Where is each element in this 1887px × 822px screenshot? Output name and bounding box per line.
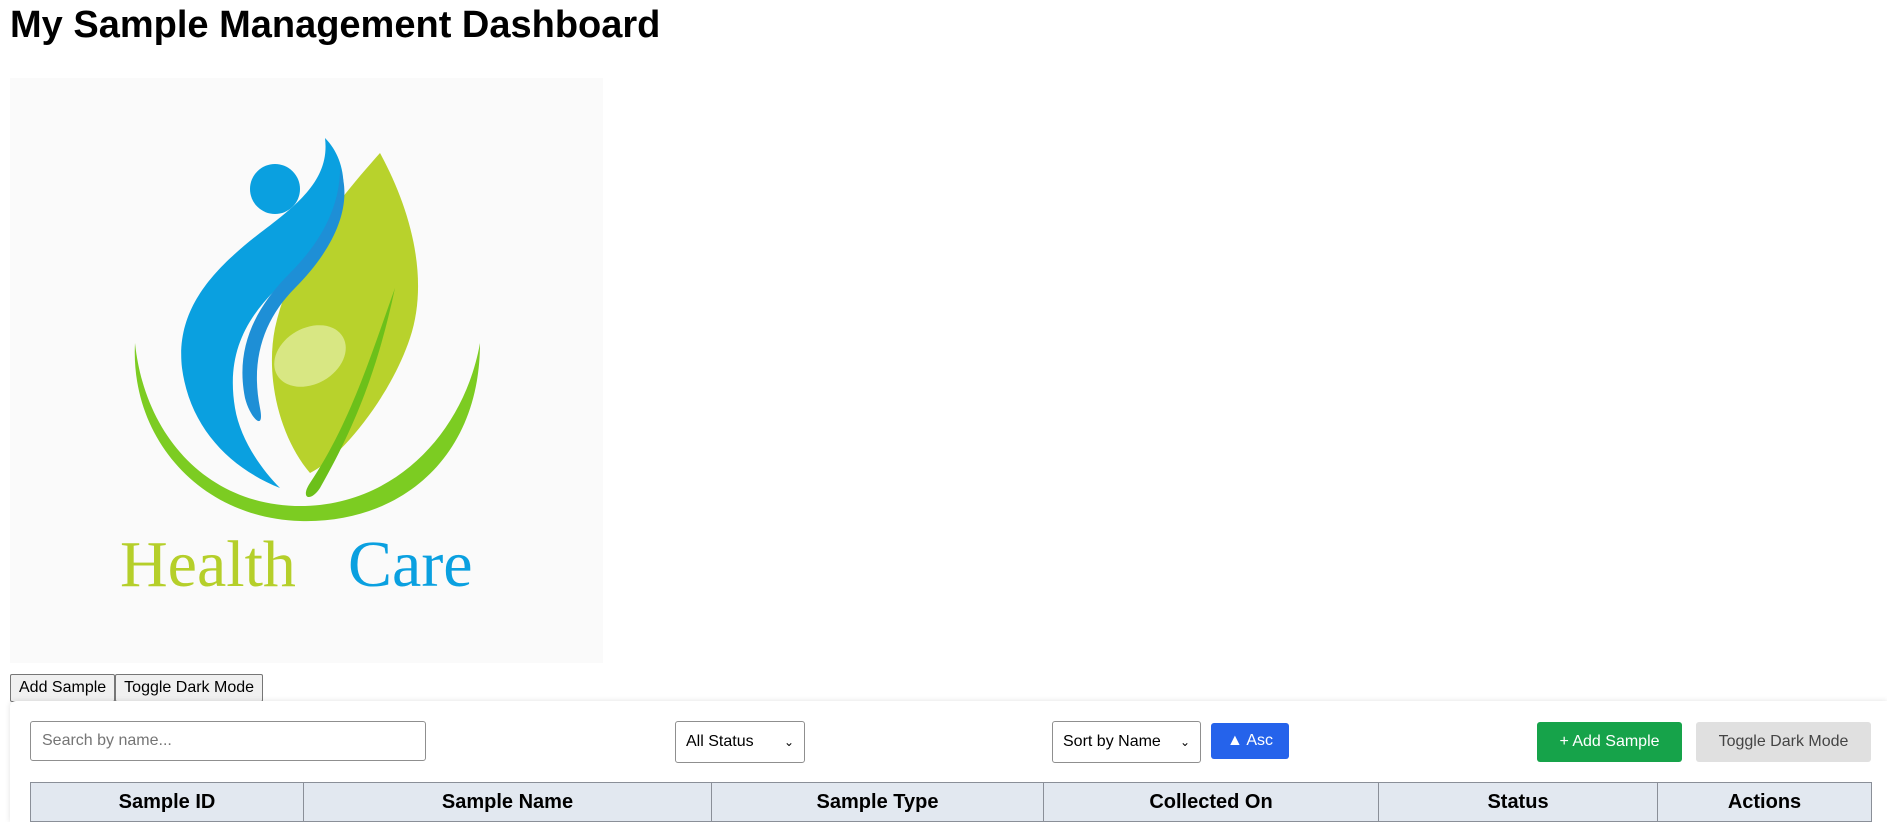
sort-select-value: Sort by Name (1063, 733, 1161, 750)
health-care-logo: Health Care (10, 78, 603, 663)
sort-select[interactable]: Sort by Name ⌄ (1052, 721, 1201, 763)
sample-panel: All Status ⌄ Sort by Name ⌄ ▲ Asc + Add … (10, 701, 1887, 822)
logo-text-health: Health (120, 528, 296, 601)
samples-table: Sample ID Sample Name Sample Type Collec… (30, 782, 1872, 822)
add-sample-button[interactable]: + Add Sample (1537, 722, 1682, 762)
status-filter-value: All Status (686, 733, 754, 750)
page-title: My Sample Management Dashboard (10, 4, 661, 46)
column-header-sample-id[interactable]: Sample ID (30, 782, 304, 822)
column-header-actions: Actions (1657, 782, 1872, 822)
toggle-dark-mode-plain-button[interactable]: Toggle Dark Mode (115, 674, 264, 702)
search-input[interactable] (30, 721, 426, 761)
chevron-down-icon: ⌄ (783, 735, 794, 749)
chevron-down-icon: ⌄ (1179, 735, 1190, 749)
status-filter-select[interactable]: All Status ⌄ (675, 721, 805, 763)
column-header-sample-name[interactable]: Sample Name (303, 782, 712, 822)
logo-text-care: Care (348, 528, 473, 601)
column-header-status[interactable]: Status (1378, 782, 1658, 822)
column-header-sample-type[interactable]: Sample Type (711, 782, 1044, 822)
add-sample-plain-button[interactable]: Add Sample (10, 674, 116, 702)
top-button-bar: Add Sample Toggle Dark Mode (10, 674, 264, 702)
sort-direction-button[interactable]: ▲ Asc (1211, 723, 1289, 759)
toggle-dark-mode-button[interactable]: Toggle Dark Mode (1696, 722, 1871, 762)
health-care-logo-icon: Health Care (120, 138, 481, 601)
table-header-row: Sample ID Sample Name Sample Type Collec… (30, 782, 1872, 822)
column-header-collected-on[interactable]: Collected On (1043, 782, 1379, 822)
